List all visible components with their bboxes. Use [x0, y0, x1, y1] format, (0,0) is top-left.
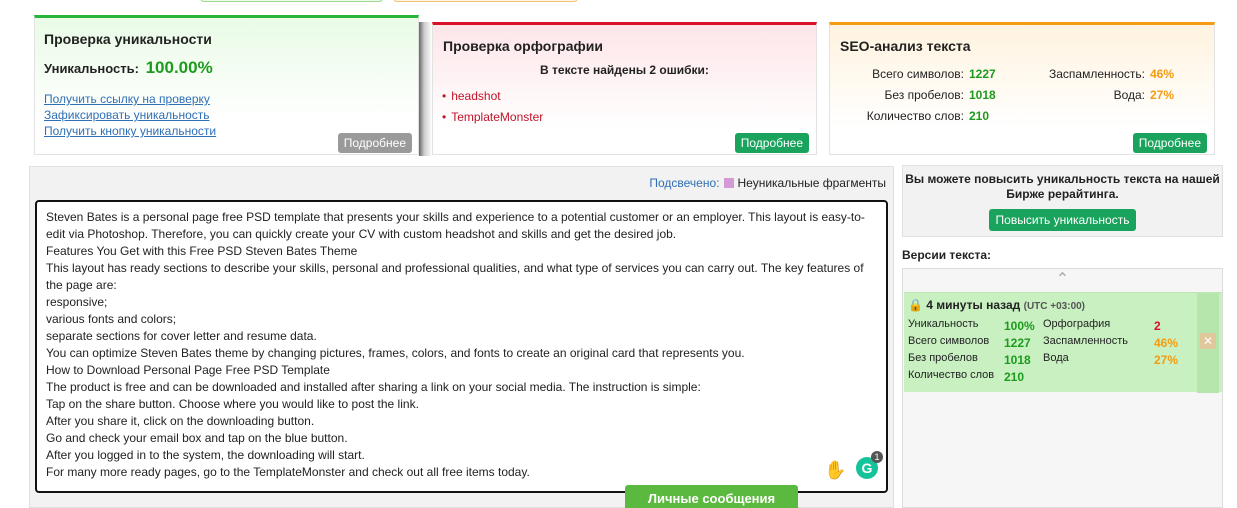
- version-nospace-value: 1018: [1004, 353, 1031, 367]
- text-line: For many more ready pages, go to the Tem…: [46, 465, 530, 479]
- panel-shadow: [419, 22, 432, 156]
- version-timezone: (UTC +03:00): [1023, 301, 1086, 312]
- version-header: 🔒 4 минуты назад (UTC +03:00): [908, 298, 1085, 312]
- version-time: 4 минуты назад: [926, 298, 1021, 312]
- seo-total-label: Всего символов:: [872, 67, 964, 81]
- text-line: You can optimize Steven Bates theme by c…: [46, 346, 745, 360]
- link-fix-uniqueness[interactable]: Зафиксировать уникальность: [44, 108, 210, 122]
- spelling-summary: В тексте найдены 2 ошибки:: [540, 63, 709, 77]
- seo-more-button[interactable]: Подробнее: [1132, 133, 1207, 153]
- grammarly-count-badge: 1: [871, 451, 883, 463]
- text-line: Go and check your email box and tap on t…: [46, 431, 348, 445]
- handshake-icon[interactable]: ✋: [824, 461, 846, 479]
- version-words-label: Количество слов: [908, 369, 995, 381]
- legend-link[interactable]: Подсвечено:: [649, 176, 719, 190]
- uniqueness-panel: Проверка уникальности Уникальность: 100.…: [34, 15, 419, 155]
- link-get-check[interactable]: Получить ссылку на проверку: [44, 92, 210, 106]
- spelling-title: Проверка орфографии: [443, 38, 603, 54]
- versions-panel: ⌃ 🔒 4 минуты назад (UTC +03:00) Уникальн…: [902, 268, 1223, 508]
- legend-swatch: [724, 178, 735, 188]
- seo-panel: SEO-анализ текста Всего символов: 1227 Бе…: [829, 22, 1215, 155]
- uniqueness-label: Уникальность:: [44, 61, 139, 76]
- seo-nospace-label: Без пробелов:: [884, 88, 965, 102]
- text-line: Steven Bates is a personal page free PSD…: [46, 210, 865, 241]
- seo-words-label: Количество слов:: [866, 109, 964, 123]
- version-uniq-value: 100%: [1004, 319, 1035, 333]
- spelling-panel: Проверка орфографии В тексте найдены 2 о…: [432, 22, 817, 155]
- seo-total-value: 1227: [969, 67, 996, 81]
- text-line: Features You Get with this Free PSD Stev…: [46, 244, 358, 258]
- spelling-error-item: TemplateMonster: [442, 110, 543, 124]
- version-uniq-label: Уникальность: [908, 318, 979, 330]
- lock-icon: 🔒: [908, 298, 923, 312]
- close-icon[interactable]: ✕: [1200, 333, 1216, 349]
- uniqueness-title: Проверка уникальности: [44, 31, 212, 47]
- text-line: responsive;: [46, 295, 108, 309]
- text-check-area: Подсвечено: Неуникальные фрагменты Steven…: [29, 166, 894, 508]
- tab-stub-green[interactable]: [200, 0, 383, 2]
- legend-text: Неуникальные фрагменты: [737, 176, 886, 190]
- text-line: After you logged in to the system, the d…: [46, 448, 365, 462]
- version-spam-value: 46%: [1154, 336, 1179, 350]
- spelling-more-button[interactable]: Подробнее: [734, 133, 809, 153]
- version-words-value: 210: [1004, 370, 1025, 384]
- chevron-up-icon[interactable]: ⌃: [903, 269, 1222, 291]
- uniqueness-more-button[interactable]: Подробнее: [337, 133, 412, 153]
- text-line: Tap on the share button. Choose where yo…: [46, 397, 419, 411]
- text-editor[interactable]: Steven Bates is a personal page free PSD…: [35, 200, 888, 493]
- text-line: The product is free and can be downloade…: [46, 380, 701, 394]
- promo-text: Вы можете повысить уникальность текста н…: [905, 172, 1220, 201]
- seo-spam-label: Заспамленность:: [1048, 67, 1145, 81]
- private-messages-button[interactable]: Личные сообщения: [625, 485, 798, 508]
- version-spell-label: Орфография: [1043, 318, 1111, 330]
- version-total-value: 1227: [1004, 336, 1031, 350]
- version-item[interactable]: 🔒 4 минуты назад (UTC +03:00) Уникальнос…: [904, 292, 1222, 393]
- seo-nospace-value: 1018: [969, 88, 996, 102]
- link-uniqueness-button[interactable]: Получить кнопку уникальности: [44, 124, 216, 138]
- increase-uniqueness-button[interactable]: Повысить уникальность: [988, 209, 1137, 231]
- seo-spam-value: 46%: [1150, 67, 1175, 81]
- rewrite-promo: Вы можете повысить уникальность текста н…: [902, 165, 1223, 237]
- spelling-error-item: headshot: [442, 89, 500, 103]
- version-spell-value: 2: [1154, 319, 1161, 333]
- version-nospace-label: Без пробелов: [908, 352, 978, 364]
- highlight-legend: Подсвечено: Неуникальные фрагменты: [649, 176, 886, 190]
- text-line: various fonts and colors;: [46, 312, 177, 326]
- text-line: How to Download Personal Page Free PSD T…: [46, 363, 330, 377]
- seo-water-value: 27%: [1150, 88, 1175, 102]
- uniqueness-row: Уникальность: 100.00%: [44, 58, 213, 78]
- seo-title: SEO-анализ текста: [840, 38, 971, 54]
- version-spam-label: Заспамленность: [1043, 335, 1128, 347]
- text-line: After you share it, click on the downloa…: [46, 414, 315, 428]
- text-line: This layout has ready sections to descri…: [46, 261, 864, 292]
- seo-water-label: Вода:: [1113, 88, 1145, 102]
- version-delete[interactable]: ✕: [1197, 293, 1219, 393]
- versions-title: Версии текста:: [902, 248, 992, 262]
- version-water-label: Вода: [1043, 352, 1069, 364]
- seo-words-value: 210: [969, 109, 990, 123]
- tab-stub-orange[interactable]: [393, 0, 578, 2]
- uniqueness-value: 100.00%: [145, 58, 213, 77]
- version-total-label: Всего символов: [908, 335, 990, 347]
- version-water-value: 27%: [1154, 353, 1179, 367]
- text-line: separate sections for cover letter and r…: [46, 329, 317, 343]
